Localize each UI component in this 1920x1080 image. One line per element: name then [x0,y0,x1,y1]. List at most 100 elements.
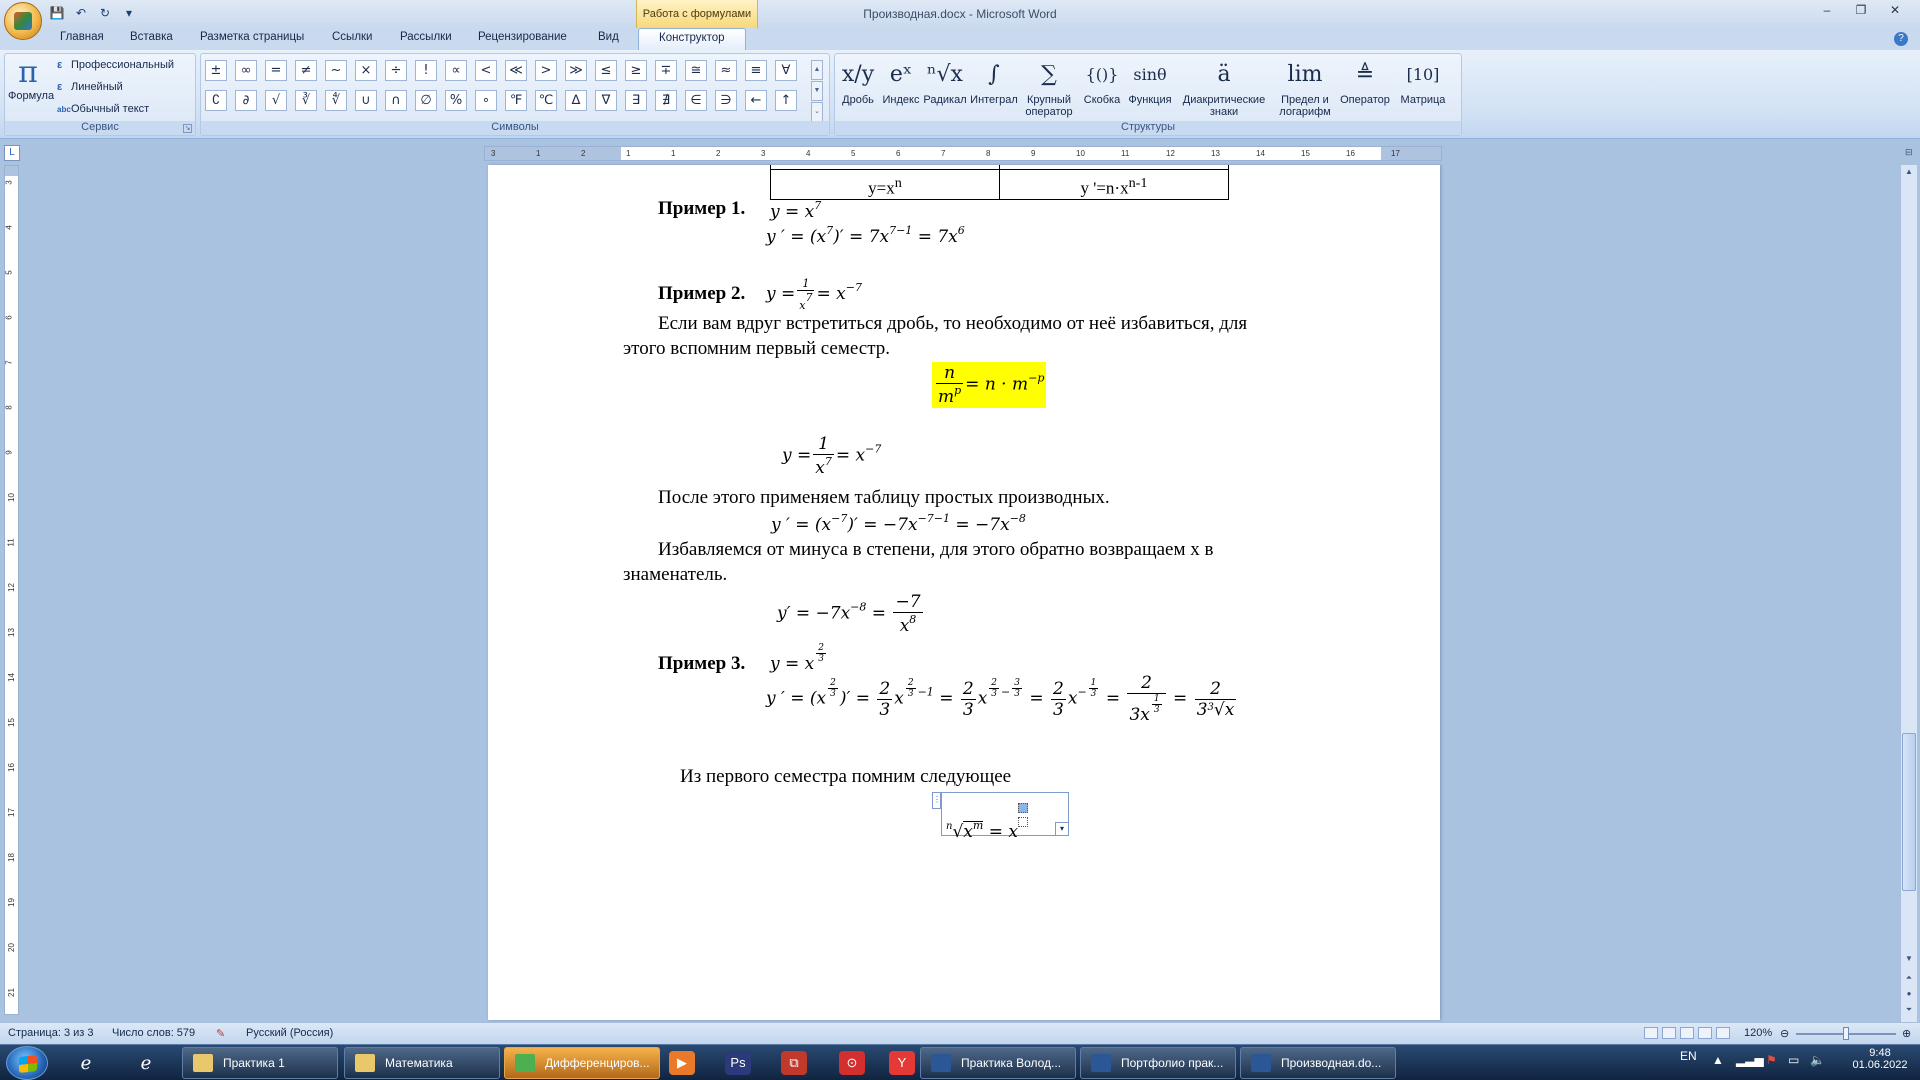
zoom-level[interactable]: 120% [1744,1027,1772,1039]
symbol-button[interactable]: ∘ [475,90,497,111]
placeholder-denominator[interactable] [1017,817,1028,827]
tab-home[interactable]: Главная [60,31,104,43]
ruler-toggle-icon[interactable]: ⊟ [1905,147,1917,161]
view-draft-icon[interactable] [1716,1027,1730,1039]
symbol-button[interactable]: ∝ [445,60,467,81]
service-dialog-launcher-icon[interactable]: ↘ [183,124,192,133]
browse-object-icon[interactable]: ● [1902,987,1916,1001]
taskbar-item[interactable]: Математика [344,1047,500,1079]
yandex-icon[interactable]: Y [884,1048,920,1078]
scroll-down-icon[interactable]: ▼ [1902,952,1916,966]
symbol-button[interactable]: = [265,60,287,81]
ie-icon[interactable]: ▶ [664,1048,700,1078]
ie-icon[interactable]: ℯ [60,1048,112,1078]
volume-icon[interactable]: 🔈 [1810,1053,1825,1067]
structure-button[interactable]: x/y Дробь [839,56,877,106]
symbol-button[interactable]: < [475,60,497,81]
zoom-out-icon[interactable]: ⊖ [1780,1027,1789,1040]
structure-button[interactable]: ≜ Оператор [1337,56,1393,106]
normal-text-button[interactable]: abcОбычный текст [57,103,149,115]
prev-page-icon[interactable]: ⏶ [1902,971,1916,985]
structure-button[interactable]: {()} Скобка [1079,56,1125,106]
symbols-scroll-down-icon[interactable]: ▼ [811,81,823,101]
view-outline-icon[interactable] [1698,1027,1712,1039]
next-page-icon[interactable]: ⏷ [1902,1003,1916,1017]
symbol-button[interactable]: ∄ [655,90,677,111]
professional-button[interactable]: ε Профессиональный [57,59,174,71]
symbol-button[interactable]: ≤ [595,60,617,81]
tab-references[interactable]: Ссылки [332,31,373,43]
placeholder-numerator[interactable] [1017,803,1028,813]
symbol-button[interactable]: ↑ [775,90,797,111]
symbol-button[interactable]: ∋ [715,90,737,111]
office-button[interactable] [4,2,42,40]
structure-button[interactable]: eˣ Индекс [881,56,921,106]
symbol-button[interactable]: ∆ [565,90,587,111]
symbols-scroll-up-icon[interactable]: ▲ [811,60,823,80]
close-button[interactable]: ✕ [1878,0,1912,20]
proofing-icon[interactable]: ✎ [216,1027,225,1040]
tray-expand-icon[interactable]: ▲ [1712,1053,1724,1067]
tab-review[interactable]: Рецензирование [478,31,567,43]
maximize-button[interactable]: ❐ [1844,0,1878,20]
taskbar-item[interactable]: Портфолио прак... [1080,1047,1236,1079]
symbol-button[interactable]: ∛ [295,90,317,111]
taskbar-item[interactable]: Дифференциров... [504,1047,660,1079]
word-count[interactable]: Число слов: 579 [112,1027,195,1039]
zoom-in-icon[interactable]: ⊕ [1902,1027,1911,1040]
symbol-button[interactable]: ! [415,60,437,81]
scroll-thumb[interactable] [1902,733,1916,891]
symbols-more-icon[interactable]: ⌄ [811,102,823,122]
language[interactable]: Русский (Россия) [246,1027,333,1039]
symbol-button[interactable]: ∓ [655,60,677,81]
minimize-button[interactable]: – [1810,0,1844,20]
linear-button[interactable]: ε Линейный [57,81,123,93]
page-count[interactable]: Страница: 3 из 3 [8,1027,94,1039]
help-icon[interactable]: ? [1894,32,1908,46]
zoom-slider-knob[interactable] [1843,1027,1849,1040]
symbol-button[interactable]: ∜ [325,90,347,111]
tray-language[interactable]: EN [1680,1049,1697,1063]
symbol-button[interactable]: ∞ [235,60,257,81]
clock[interactable]: 9:48 01.06.2022 [1850,1047,1910,1071]
symbol-button[interactable]: ∅ [415,90,437,111]
formula-button[interactable]: π Формула [8,56,54,103]
view-web-icon[interactable] [1680,1027,1694,1039]
symbol-button[interactable]: ∩ [385,90,407,111]
vertical-scrollbar[interactable]: ▲ ▼ ⏶ ● ⏷ [1900,165,1917,1022]
tab-design[interactable]: Конструктор [638,28,746,50]
vertical-ruler[interactable]: 3 4 5 6 7 8 9 10 11 12 13 14 15 16 17 18 19 20 21 [4,165,19,1015]
structure-button[interactable]: ⁿ√x Радикал [923,56,967,106]
symbol-button[interactable]: ∇ [595,90,617,111]
symbol-button[interactable]: ≪ [505,60,527,81]
tab-view[interactable]: Вид [598,31,619,43]
ie-icon-2[interactable]: ℯ [120,1048,172,1078]
structure-button[interactable]: ∑ Крупный оператор [1021,56,1077,118]
symbol-button[interactable]: ≅ [685,60,707,81]
symbol-button[interactable]: ← [745,90,767,111]
symbol-button[interactable]: ∈ [685,90,707,111]
symbol-button[interactable]: ≡ [745,60,767,81]
photoshop-icon[interactable]: ⧉ [776,1048,812,1078]
symbol-button[interactable]: > [535,60,557,81]
tab-selector[interactable]: L [4,145,20,161]
view-reading-icon[interactable] [1662,1027,1676,1039]
tab-insert[interactable]: Вставка [130,31,173,43]
exponent-placeholder[interactable] [1017,803,1028,831]
symbol-button[interactable]: ≈ [715,60,737,81]
document-page[interactable]: y=xn y '=n·xn-1 Пример 1. y = x7 y ′ = (… [488,165,1440,1020]
symbol-button[interactable]: ∃ [625,90,647,111]
symbol-button[interactable]: ≠ [295,60,317,81]
symbol-button[interactable]: ∪ [355,90,377,111]
media-icon[interactable]: Ps [720,1048,756,1078]
start-button[interactable] [6,1046,48,1080]
symbol-button[interactable]: % [445,90,467,111]
symbol-button[interactable]: ~ [325,60,347,81]
scroll-up-icon[interactable]: ▲ [1902,165,1916,179]
symbol-button[interactable]: ÷ [385,60,407,81]
structure-button[interactable]: lim Предел и логарифм [1275,56,1335,118]
symbol-button[interactable]: ≥ [625,60,647,81]
symbol-button[interactable]: ∂ [235,90,257,111]
symbol-button[interactable]: × [355,60,377,81]
structure-button[interactable]: [10] Матрица [1395,56,1451,106]
